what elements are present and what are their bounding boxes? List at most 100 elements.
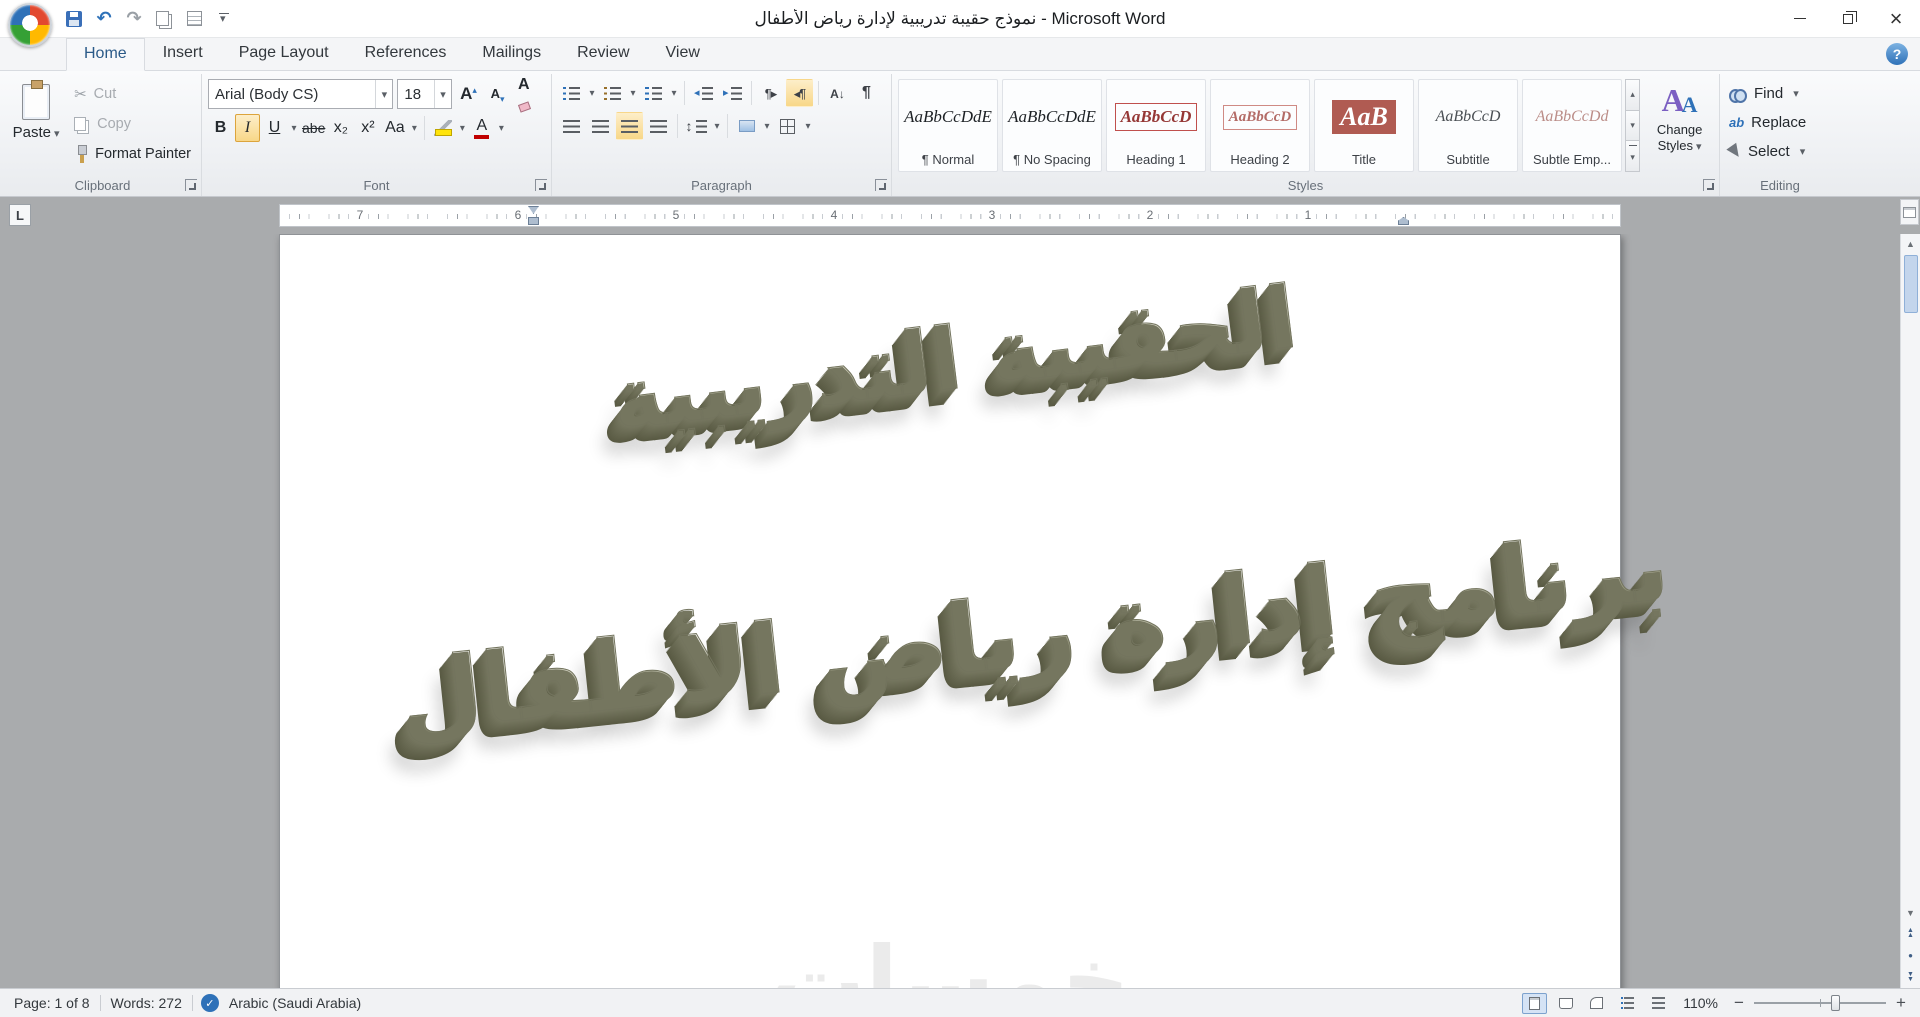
find-button[interactable]: Find	[1726, 79, 1834, 108]
horizontal-ruler[interactable]: 7 6 5 4 3 2 1	[279, 204, 1621, 227]
replace-button[interactable]: Replace	[1726, 108, 1834, 137]
clipboard-dialog-launcher[interactable]	[185, 179, 197, 191]
style-subtle-emphasis[interactable]: AaBbCcDd Subtle Emp...	[1522, 79, 1622, 172]
print-layout-view-button[interactable]	[1522, 992, 1548, 1014]
align-right-button[interactable]	[616, 112, 643, 140]
web-layout-view-button[interactable]	[1584, 993, 1609, 1014]
zoom-out-button[interactable]: −	[1730, 993, 1748, 1013]
decrease-indent-button[interactable]	[690, 79, 717, 107]
sort-button[interactable]	[824, 79, 851, 107]
text-highlight-button[interactable]	[430, 114, 455, 142]
subscript-button[interactable]: x₂	[328, 114, 353, 142]
redo-button[interactable]	[122, 7, 146, 31]
shading-dropdown-icon[interactable]	[762, 112, 772, 140]
italic-button[interactable]: I	[235, 114, 260, 142]
show-hide-paragraph-button[interactable]	[853, 79, 880, 107]
vertical-scrollbar[interactable]	[1900, 234, 1920, 988]
bullets-button[interactable]	[558, 79, 585, 107]
help-button[interactable]	[1886, 43, 1908, 65]
borders-dropdown-icon[interactable]	[803, 112, 813, 140]
office-button[interactable]	[8, 3, 52, 47]
highlight-dropdown-icon[interactable]	[457, 114, 467, 142]
change-styles-button[interactable]: Change Styles	[1646, 79, 1713, 172]
style-title[interactable]: AaB Title	[1314, 79, 1414, 172]
clear-formatting-button[interactable]	[514, 80, 545, 109]
draft-view-button[interactable]	[1646, 993, 1671, 1014]
first-line-indent-marker[interactable]	[528, 206, 539, 214]
change-case-button[interactable]: Aa	[382, 114, 407, 142]
font-name-dropdown-icon[interactable]	[375, 80, 392, 108]
justify-button[interactable]	[645, 112, 672, 140]
copy-button[interactable]: Copy	[70, 111, 195, 137]
bullets-dropdown-icon[interactable]	[587, 79, 597, 107]
bold-button[interactable]: B	[208, 114, 233, 142]
document-page[interactable]: الحقيبة التدريبية برنامج إدارة رياض الأط…	[279, 234, 1675, 988]
next-page-button[interactable]	[1901, 966, 1920, 988]
multilevel-dropdown-icon[interactable]	[669, 79, 679, 107]
underline-button[interactable]: U	[262, 114, 287, 142]
font-size-combo[interactable]: 18	[397, 79, 453, 109]
font-name-combo[interactable]: Arial (Body CS)	[208, 79, 394, 109]
font-color-dropdown-icon[interactable]	[496, 114, 506, 142]
select-browse-object-button[interactable]	[1901, 944, 1920, 966]
page-indicator[interactable]: Page: 1 of 8	[4, 995, 100, 1011]
cut-button[interactable]: Cut	[70, 81, 195, 107]
shrink-font-button[interactable]	[485, 80, 510, 109]
align-center-button[interactable]	[587, 112, 614, 140]
close-button[interactable]	[1872, 0, 1920, 37]
numbering-dropdown-icon[interactable]	[628, 79, 638, 107]
grow-font-button[interactable]	[456, 80, 481, 109]
tab-references[interactable]: References	[347, 37, 465, 70]
wordart-subtitle[interactable]: برنامج إدارة رياض الأطفال	[392, 508, 1675, 755]
select-button[interactable]: Select	[1726, 137, 1834, 166]
font-size-dropdown-icon[interactable]	[434, 80, 451, 108]
undo-button[interactable]	[92, 7, 116, 31]
wordart-title[interactable]: الحقيبة التدريبية	[606, 267, 1303, 451]
language-indicator[interactable]: Arabic (Saudi Arabia)	[219, 995, 371, 1011]
word-count[interactable]: Words: 272	[101, 995, 192, 1011]
paragraph-dialog-launcher[interactable]	[875, 179, 887, 191]
line-spacing-button[interactable]	[683, 112, 710, 140]
font-dialog-launcher[interactable]	[535, 179, 547, 191]
hanging-indent-marker[interactable]	[528, 217, 539, 225]
gallery-scroll-up-button[interactable]	[1625, 79, 1641, 111]
right-to-left-button[interactable]	[786, 79, 813, 107]
tab-review[interactable]: Review	[559, 37, 647, 70]
strikethrough-button[interactable]: abe	[301, 114, 326, 142]
underline-dropdown-icon[interactable]	[289, 114, 299, 142]
minimize-button[interactable]	[1776, 0, 1824, 37]
zoom-in-button[interactable]: +	[1892, 993, 1910, 1013]
style-subtitle[interactable]: AaBbCcD Subtitle	[1418, 79, 1518, 172]
draw-table-button[interactable]	[182, 7, 206, 31]
full-screen-reading-view-button[interactable]	[1553, 993, 1578, 1014]
tab-page-layout[interactable]: Page Layout	[221, 37, 347, 70]
align-left-button[interactable]	[558, 112, 585, 140]
proofing-status-icon[interactable]	[200, 994, 219, 1012]
style-normal[interactable]: AaBbCcDdE ¶ Normal	[898, 79, 998, 172]
borders-button[interactable]	[774, 112, 801, 140]
font-color-button[interactable]: A	[469, 114, 494, 142]
style-no-spacing[interactable]: AaBbCcDdE ¶ No Spacing	[1002, 79, 1102, 172]
gallery-scroll-down-button[interactable]	[1625, 110, 1641, 142]
change-case-dropdown-icon[interactable]	[409, 114, 419, 142]
restore-button[interactable]	[1824, 0, 1872, 37]
tab-stop-selector[interactable]	[9, 204, 31, 226]
view-ruler-toggle-button[interactable]	[1900, 199, 1919, 225]
scrollbar-thumb[interactable]	[1903, 255, 1918, 313]
scroll-down-button[interactable]	[1901, 903, 1920, 922]
left-to-right-button[interactable]	[757, 79, 784, 107]
customize-quick-access-button[interactable]	[212, 7, 236, 31]
paste-button[interactable]: Paste	[10, 79, 62, 167]
format-painter-button[interactable]: Format Painter	[70, 141, 195, 167]
tab-mailings[interactable]: Mailings	[464, 37, 559, 70]
multilevel-list-button[interactable]	[640, 79, 667, 107]
tab-home[interactable]: Home	[66, 38, 145, 71]
zoom-level[interactable]: 110%	[1677, 995, 1724, 1011]
tab-view[interactable]: View	[648, 37, 718, 70]
gallery-more-button[interactable]	[1625, 141, 1641, 173]
superscript-button[interactable]: x²	[355, 114, 380, 142]
scroll-up-button[interactable]	[1901, 234, 1920, 253]
save-button[interactable]	[62, 7, 86, 31]
numbering-button[interactable]	[599, 79, 626, 107]
style-heading-2[interactable]: AaBbCcD Heading 2	[1210, 79, 1310, 172]
